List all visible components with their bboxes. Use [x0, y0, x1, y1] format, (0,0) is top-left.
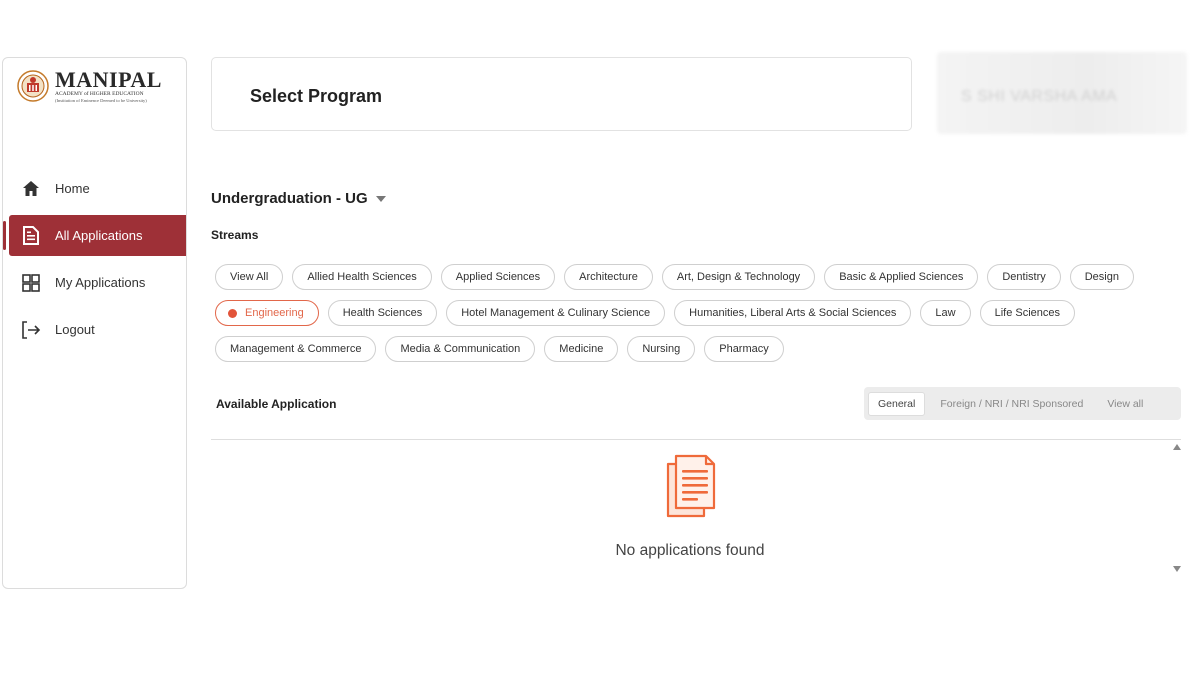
chip-media-communication[interactable]: Media & Communication — [385, 336, 536, 362]
chip-view-all[interactable]: View All — [215, 264, 284, 290]
sidebar-item-label: Logout — [55, 322, 95, 337]
selected-dot-icon — [228, 308, 237, 318]
chip-life-sciences[interactable]: Life Sciences — [979, 300, 1076, 326]
manipal-logo[interactable]: MANIPAL ACADEMY of HIGHER EDUCATION (Ins… — [17, 64, 177, 108]
chip-label: Design — [1084, 271, 1119, 283]
user-name: S SHI VARSHA AMA — [961, 88, 1118, 105]
scroll-down-arrow-icon[interactable] — [1173, 566, 1181, 572]
sidebar-item-label: Home — [55, 181, 90, 196]
chip-applied-sciences[interactable]: Applied Sciences — [440, 264, 556, 290]
sidebar-item-label: All Applications — [55, 228, 143, 243]
chip-design[interactable]: Design — [1069, 264, 1134, 290]
chip-health-sciences[interactable]: Health Sciences — [327, 300, 438, 326]
chip-label: Health Sciences — [342, 307, 423, 319]
chip-label: Basic & Applied Sciences — [839, 271, 964, 283]
chip-label: Pharmacy — [719, 343, 769, 355]
sidebar-item-label: My Applications — [55, 275, 146, 290]
chip-law[interactable]: Law — [920, 300, 971, 326]
tab-general[interactable]: General — [868, 391, 926, 416]
home-icon — [21, 179, 41, 199]
chip-medicine[interactable]: Medicine — [544, 336, 619, 362]
sidebar-nav: Home All Applications My Applications Lo… — [3, 168, 186, 356]
chip-label: Art, Design & Technology — [676, 271, 801, 283]
tab-foreign-nri[interactable]: Foreign / NRI / NRI Sponsored — [931, 393, 1092, 415]
chip-label: Architecture — [579, 271, 638, 283]
chip-label: Dentistry — [1002, 271, 1046, 283]
scroll-up-arrow-icon[interactable] — [1173, 444, 1181, 450]
page-title: Select Program — [250, 86, 383, 106]
chip-label: Engineering — [245, 307, 304, 319]
tab-view-all[interactable]: View all — [1098, 393, 1152, 415]
available-application-heading: Available Application — [216, 397, 337, 411]
empty-state: No applications found — [0, 542, 1200, 560]
chip-label: Life Sciences — [994, 307, 1061, 319]
manipal-emblem-icon — [17, 70, 49, 102]
brand-subtitle: ACADEMY of HIGHER EDUCATION — [55, 91, 144, 97]
program-dropdown[interactable]: Undergraduation - UG — [211, 190, 386, 207]
chip-basic-applied-sciences[interactable]: Basic & Applied Sciences — [824, 264, 979, 290]
user-profile-card[interactable]: S SHI VARSHA AMA — [937, 52, 1187, 134]
empty-state-message: No applications found — [615, 542, 765, 559]
stream-filter-chips: View All Allied Health Sciences Applied … — [215, 264, 1190, 362]
brand-title: MANIPAL — [55, 67, 162, 92]
chip-label: View All — [230, 271, 269, 283]
sidebar-item-all-applications[interactable]: All Applications — [3, 215, 186, 256]
chip-label: Applied Sciences — [455, 271, 541, 283]
streams-label: Streams — [211, 228, 259, 242]
sidebar: MANIPAL ACADEMY of HIGHER EDUCATION (Ins… — [2, 57, 187, 589]
sidebar-item-home[interactable]: Home — [3, 168, 186, 209]
chip-management-commerce[interactable]: Management & Commerce — [215, 336, 377, 362]
chip-humanities[interactable]: Humanities, Liberal Arts & Social Scienc… — [674, 300, 912, 326]
application-type-tabs: General Foreign / NRI / NRI Sponsored Vi… — [864, 387, 1181, 420]
chip-hotel-management[interactable]: Hotel Management & Culinary Science — [446, 300, 666, 326]
chip-label: Nursing — [642, 343, 681, 355]
brand-tagline: (Institution of Eminence Deemed to be Un… — [55, 97, 147, 103]
chip-label: Management & Commerce — [230, 343, 362, 355]
header-card: Select Program — [211, 57, 912, 131]
chip-label: Hotel Management & Culinary Science — [461, 307, 651, 319]
chip-label: Humanities, Liberal Arts & Social Scienc… — [689, 307, 897, 319]
grid-icon — [21, 273, 41, 293]
section-divider — [211, 439, 1181, 440]
caret-down-icon — [375, 195, 386, 202]
chip-engineering[interactable]: Engineering — [215, 300, 319, 326]
chip-label: Law — [935, 307, 956, 319]
document-icon — [21, 226, 41, 246]
sidebar-item-my-applications[interactable]: My Applications — [3, 262, 186, 303]
chip-allied-health-sciences[interactable]: Allied Health Sciences — [292, 264, 432, 290]
program-dropdown-value: Undergraduation - UG — [211, 190, 368, 207]
logout-icon — [21, 320, 41, 340]
chip-dentistry[interactable]: Dentistry — [987, 264, 1061, 290]
sidebar-item-logout[interactable]: Logout — [3, 309, 186, 350]
chip-label: Allied Health Sciences — [307, 271, 417, 283]
chip-label: Media & Communication — [400, 343, 521, 355]
chip-architecture[interactable]: Architecture — [564, 264, 653, 290]
chip-pharmacy[interactable]: Pharmacy — [704, 336, 784, 362]
empty-documents-icon — [666, 454, 716, 518]
chip-nursing[interactable]: Nursing — [627, 336, 696, 362]
chip-label: Medicine — [559, 343, 604, 355]
chip-art-design-technology[interactable]: Art, Design & Technology — [661, 264, 816, 290]
